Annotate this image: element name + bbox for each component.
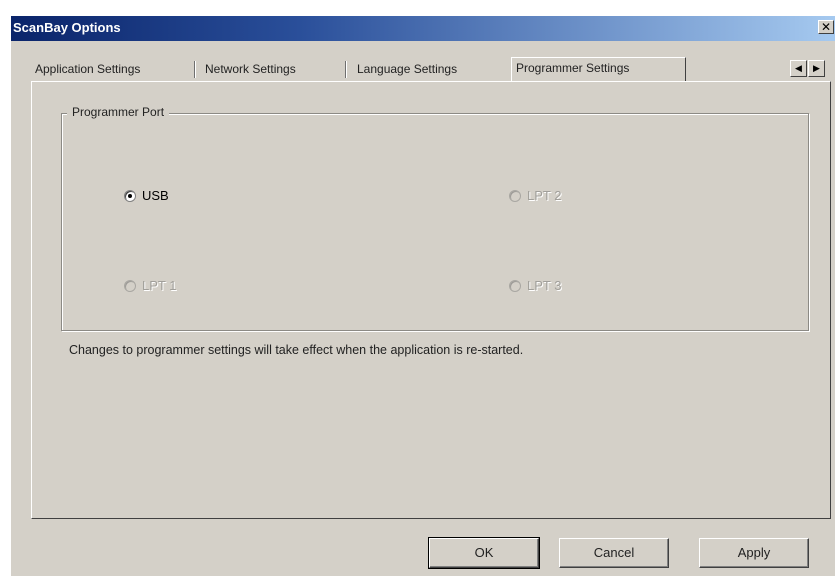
radio-lpt2[interactable]: LPT 2 [509,188,561,203]
tab-scroll-buttons: ◀ ▶ [790,60,826,78]
tab-label: Programmer Settings [516,61,630,75]
radio-circle [509,189,521,202]
radio-lpt1[interactable]: LPT 1 [124,278,176,293]
options-dialog: ScanBay Options ✕ Application Settings N… [10,16,835,576]
window-title: ScanBay Options [13,20,121,35]
ok-button[interactable]: OK [428,537,540,569]
tab-application-settings[interactable]: Application Settings [31,59,195,79]
apply-button[interactable]: Apply [699,538,809,568]
tab-strip: Application Settings Network Settings La… [31,57,811,81]
radio-label: LPT 1 [142,278,177,293]
radio-label: LPT 3 [527,278,562,293]
tab-scroll-right-button[interactable]: ▶ [808,60,825,77]
radio-usb[interactable]: USB [124,188,169,203]
tab-programmer-settings[interactable]: Programmer Settings [511,57,686,81]
tab-language-settings[interactable]: Language Settings [353,59,509,79]
arrow-right-icon: ▶ [813,63,820,73]
radio-circle [509,279,521,292]
tab-label: Application Settings [35,62,141,76]
tab-scroll-left-button[interactable]: ◀ [790,60,807,77]
arrow-left-icon: ◀ [795,63,802,73]
restart-notice: Changes to programmer settings will take… [69,343,524,357]
radio-circle [124,189,136,202]
tab-label: Language Settings [357,62,458,76]
tab-network-settings[interactable]: Network Settings [201,59,346,79]
radio-label: USB [142,188,169,203]
tab-label: Network Settings [205,62,296,76]
close-button[interactable]: ✕ [818,20,834,34]
radio-lpt3[interactable]: LPT 3 [509,278,561,293]
programmer-settings-panel: Programmer Port USB LPT 2 LPT 1 LPT 3 Ch… [31,81,831,519]
title-bar[interactable]: ScanBay Options ✕ [11,16,835,41]
radio-circle [124,279,136,292]
close-icon: ✕ [820,20,832,34]
radio-label: LPT 2 [527,188,562,203]
programmer-port-group [61,113,809,331]
programmer-port-legend: Programmer Port [67,105,170,119]
cancel-button[interactable]: Cancel [559,538,669,568]
